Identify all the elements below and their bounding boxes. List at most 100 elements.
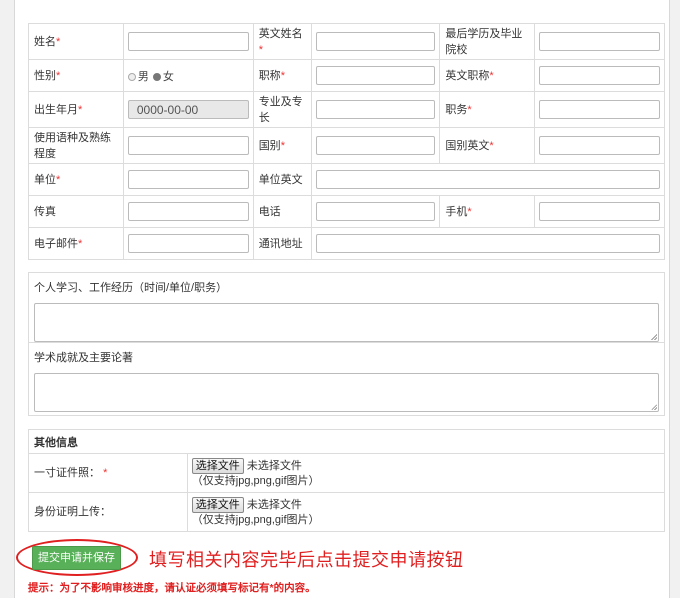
radio-option[interactable]: 男 xyxy=(127,70,149,83)
field-value-cell xyxy=(310,59,441,92)
photo-file-button[interactable]: 选择文件 xyxy=(191,457,244,474)
field-value-cell xyxy=(122,195,254,228)
field-value-cell xyxy=(534,23,665,60)
form-row: 使用语种及熟练程度 国别* 国别英文* xyxy=(28,127,665,164)
id-no-file: 未选择文件 xyxy=(246,498,302,511)
field-label: 职务 xyxy=(445,103,468,116)
field-value-cell xyxy=(534,59,665,92)
field-label: 手机 xyxy=(445,205,468,218)
field-value-cell xyxy=(534,195,665,228)
achievements-textarea[interactable] xyxy=(34,373,659,412)
text-input[interactable] xyxy=(315,100,436,119)
field-label-cell: 手机* xyxy=(439,195,536,228)
other-info-table: 其他信息 一寸证件照： * 选择文件 未选择文件 （仅支持jpg,png,gif… xyxy=(28,429,666,532)
radio-label: 女 xyxy=(162,70,174,83)
submit-button[interactable]: 提交申请并保存 xyxy=(32,546,121,570)
field-label: 单位 xyxy=(34,173,56,186)
experience-section: 个人学习、工作经历（时间/单位/职务） xyxy=(28,272,665,343)
field-value-cell xyxy=(310,195,441,228)
field-label: 国别 xyxy=(258,139,281,152)
text-input[interactable] xyxy=(315,202,436,221)
text-input[interactable] xyxy=(539,100,660,119)
form-row: 姓名* 英文姓名* 最后学历及毕业院校 xyxy=(28,23,665,60)
field-value-cell: 0000-00-00 xyxy=(122,91,254,128)
photo-label: 一寸证件照： xyxy=(34,467,100,479)
field-value-cell xyxy=(310,91,441,128)
field-label-cell: 传真 xyxy=(28,195,124,228)
required-mark: * xyxy=(78,103,83,116)
field-value-cell xyxy=(534,91,665,128)
field-label: 国别英文 xyxy=(445,139,490,152)
text-input[interactable] xyxy=(539,136,660,155)
photo-no-file: 未选择文件 xyxy=(246,459,302,472)
radio-option[interactable]: 女 xyxy=(152,70,174,83)
resize-grip-icon[interactable] xyxy=(651,404,657,410)
field-label-cell: 通讯地址 xyxy=(252,227,312,260)
required-mark: * xyxy=(467,205,472,218)
field-label-cell: 国别* xyxy=(252,127,312,164)
text-input[interactable] xyxy=(127,170,249,189)
field-value-cell xyxy=(122,127,254,164)
submit-highlight-circle: 提交申请并保存 xyxy=(16,539,138,576)
id-file-hint: （仅支持jpg,png,gif图片） xyxy=(191,513,320,526)
required-mark: * xyxy=(56,69,61,82)
tip-text: 提示：为了不影响审核进度，请认证必须填写标记有*的内容。 xyxy=(28,582,316,594)
form-row: 传真 电话 手机* xyxy=(28,195,665,228)
required-mark: * xyxy=(258,43,263,56)
id-label: 身份证明上传： xyxy=(34,506,111,518)
form-row: 出生年月* 0000-00-00 专业及专长 职务* xyxy=(28,91,665,128)
text-input[interactable] xyxy=(539,202,660,221)
text-input[interactable] xyxy=(315,170,660,189)
text-input[interactable] xyxy=(315,66,436,85)
text-input[interactable] xyxy=(127,234,249,253)
text-input[interactable] xyxy=(315,234,660,253)
id-upload-cell: 选择文件 未选择文件 （仅支持jpg,png,gif图片） xyxy=(186,492,666,532)
text-input[interactable] xyxy=(539,32,660,51)
field-label: 通讯地址 xyxy=(258,237,303,250)
personal-info-table: 姓名* 英文姓名* 最后学历及毕业院校 性别* 男女职称* 英文职称* 出生年月* 0000-… xyxy=(28,23,666,260)
text-input[interactable] xyxy=(315,32,436,51)
field-label-cell: 电子邮件* xyxy=(28,227,124,260)
field-label: 英文职称 xyxy=(445,69,490,82)
photo-label-cell: 一寸证件照： * xyxy=(28,453,188,493)
form-row: 电子邮件* 通讯地址 xyxy=(28,227,666,260)
field-value-cell xyxy=(310,23,441,60)
text-input[interactable] xyxy=(127,32,249,51)
id-file-button[interactable]: 选择文件 xyxy=(191,496,244,513)
field-label-cell: 最后学历及毕业院校 xyxy=(439,23,536,60)
text-input[interactable] xyxy=(127,202,249,221)
field-label-cell: 姓名* xyxy=(28,23,124,60)
required-mark: * xyxy=(280,69,285,82)
required-mark: * xyxy=(56,173,61,186)
field-label: 传真 xyxy=(34,205,56,218)
field-label-cell: 英文姓名 * xyxy=(252,23,312,60)
photo-file-hint: （仅支持jpg,png,gif图片） xyxy=(191,474,320,487)
radio-icon[interactable] xyxy=(127,72,136,81)
field-label: 姓名 xyxy=(34,35,56,48)
field-value-cell xyxy=(310,163,666,196)
field-value-cell xyxy=(310,227,666,260)
birth-date-field[interactable]: 0000-00-00 xyxy=(127,100,249,119)
text-input[interactable] xyxy=(315,136,436,155)
field-label: 电话 xyxy=(258,205,281,218)
radio-label: 男 xyxy=(137,70,149,83)
required-mark: * xyxy=(489,69,494,82)
experience-label: 个人学习、工作经历（时间/单位/职务） xyxy=(34,282,228,294)
required-mark: * xyxy=(103,467,108,479)
resize-grip-icon[interactable] xyxy=(651,334,657,340)
field-label: 单位英文 xyxy=(258,173,303,186)
photo-upload-cell: 选择文件 未选择文件 （仅支持jpg,png,gif图片） xyxy=(186,453,666,493)
field-value-cell xyxy=(534,127,665,164)
text-input[interactable] xyxy=(127,136,249,155)
field-value-cell xyxy=(122,23,254,60)
field-label-cell: 单位* xyxy=(28,163,124,196)
experience-textarea[interactable] xyxy=(34,303,659,342)
field-label-cell: 职务* xyxy=(439,91,536,128)
field-label: 出生年月 xyxy=(34,103,78,116)
text-input[interactable] xyxy=(539,66,660,85)
field-label: 最后学历及毕业院校 xyxy=(445,27,523,56)
annotation-text: 填写相关内容完毕后点击提交申请按钮 xyxy=(149,550,464,570)
radio-icon[interactable] xyxy=(152,72,161,81)
form-row: 性别* 男女职称* 英文职称* xyxy=(28,59,665,92)
field-value-cell: 男女 xyxy=(122,59,254,92)
